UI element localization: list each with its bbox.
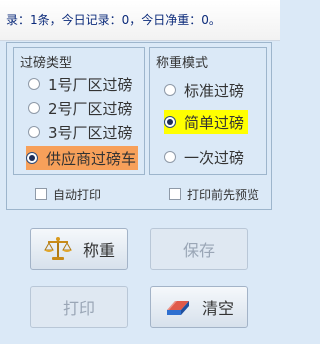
status-text: 录：1条，今日记录：0，今日净重：0。	[6, 13, 221, 27]
radio-label: 1号厂区过磅	[48, 75, 133, 94]
clear-button-label: 清空	[201, 299, 234, 318]
radio-standard-weigh[interactable]: 标准过磅	[164, 78, 244, 102]
auto-print-checkbox[interactable]: 自动打印	[35, 179, 101, 209]
scale-icon	[43, 237, 72, 260]
save-button-label: 保存	[182, 241, 215, 260]
clear-button[interactable]: 清空	[150, 286, 248, 328]
radio-label: 一次过磅	[184, 148, 245, 167]
radio-label: 简单过磅	[184, 113, 245, 132]
weigh-button-label: 称重	[82, 241, 115, 260]
weigh-mode-title: 称重模式	[156, 56, 209, 71]
print-button-label: 打印	[62, 299, 95, 318]
radio-factory-1[interactable]: 1号厂区过磅	[28, 72, 133, 96]
weigh-button[interactable]: 称重	[30, 228, 128, 270]
radio-dot	[28, 102, 40, 114]
radio-dot-selected	[164, 116, 176, 128]
checkbox-box	[35, 188, 47, 200]
radio-factory-2[interactable]: 2号厂区过磅	[28, 96, 133, 120]
eraser-icon	[166, 301, 189, 315]
radio-label: 标准过磅	[184, 81, 245, 100]
checkbox-box	[169, 188, 181, 200]
radio-label: 2号厂区过磅	[48, 99, 133, 118]
preview-before-print-checkbox[interactable]: 打印前先预览	[169, 179, 259, 209]
save-button[interactable]: 保存	[150, 228, 248, 270]
radio-dot	[164, 151, 176, 163]
radio-dot-selected	[26, 152, 38, 164]
radio-simple-weigh[interactable]: 简单过磅	[164, 110, 249, 134]
radio-dot	[164, 84, 176, 96]
radio-dot	[28, 78, 40, 90]
weigh-mode-group: 称重模式 标准过磅 简单过磅 一次过磅	[149, 47, 267, 175]
radio-factory-3[interactable]: 3号厂区过磅	[28, 120, 133, 144]
checkbox-label: 打印前先预览	[187, 187, 260, 202]
print-button[interactable]: 打印	[30, 286, 128, 328]
radio-dot	[28, 126, 40, 138]
radio-label: 3号厂区过磅	[48, 123, 133, 142]
radio-label: 供应商过磅车	[46, 149, 137, 168]
radio-supplier-truck[interactable]: 供应商过磅车	[26, 146, 139, 170]
options-panel: 过磅类型 1号厂区过磅 2号厂区过磅 3号厂区过磅 供应商过磅车 称重模式 标准…	[6, 42, 272, 210]
status-bar: 录：1条，今日记录：0，今日净重：0。	[0, 0, 280, 41]
weigh-type-title: 过磅类型	[20, 56, 73, 71]
weigh-type-group: 过磅类型 1号厂区过磅 2号厂区过磅 3号厂区过磅 供应商过磅车	[13, 47, 145, 175]
checkbox-label: 自动打印	[53, 187, 102, 202]
radio-single-weigh[interactable]: 一次过磅	[164, 145, 244, 169]
